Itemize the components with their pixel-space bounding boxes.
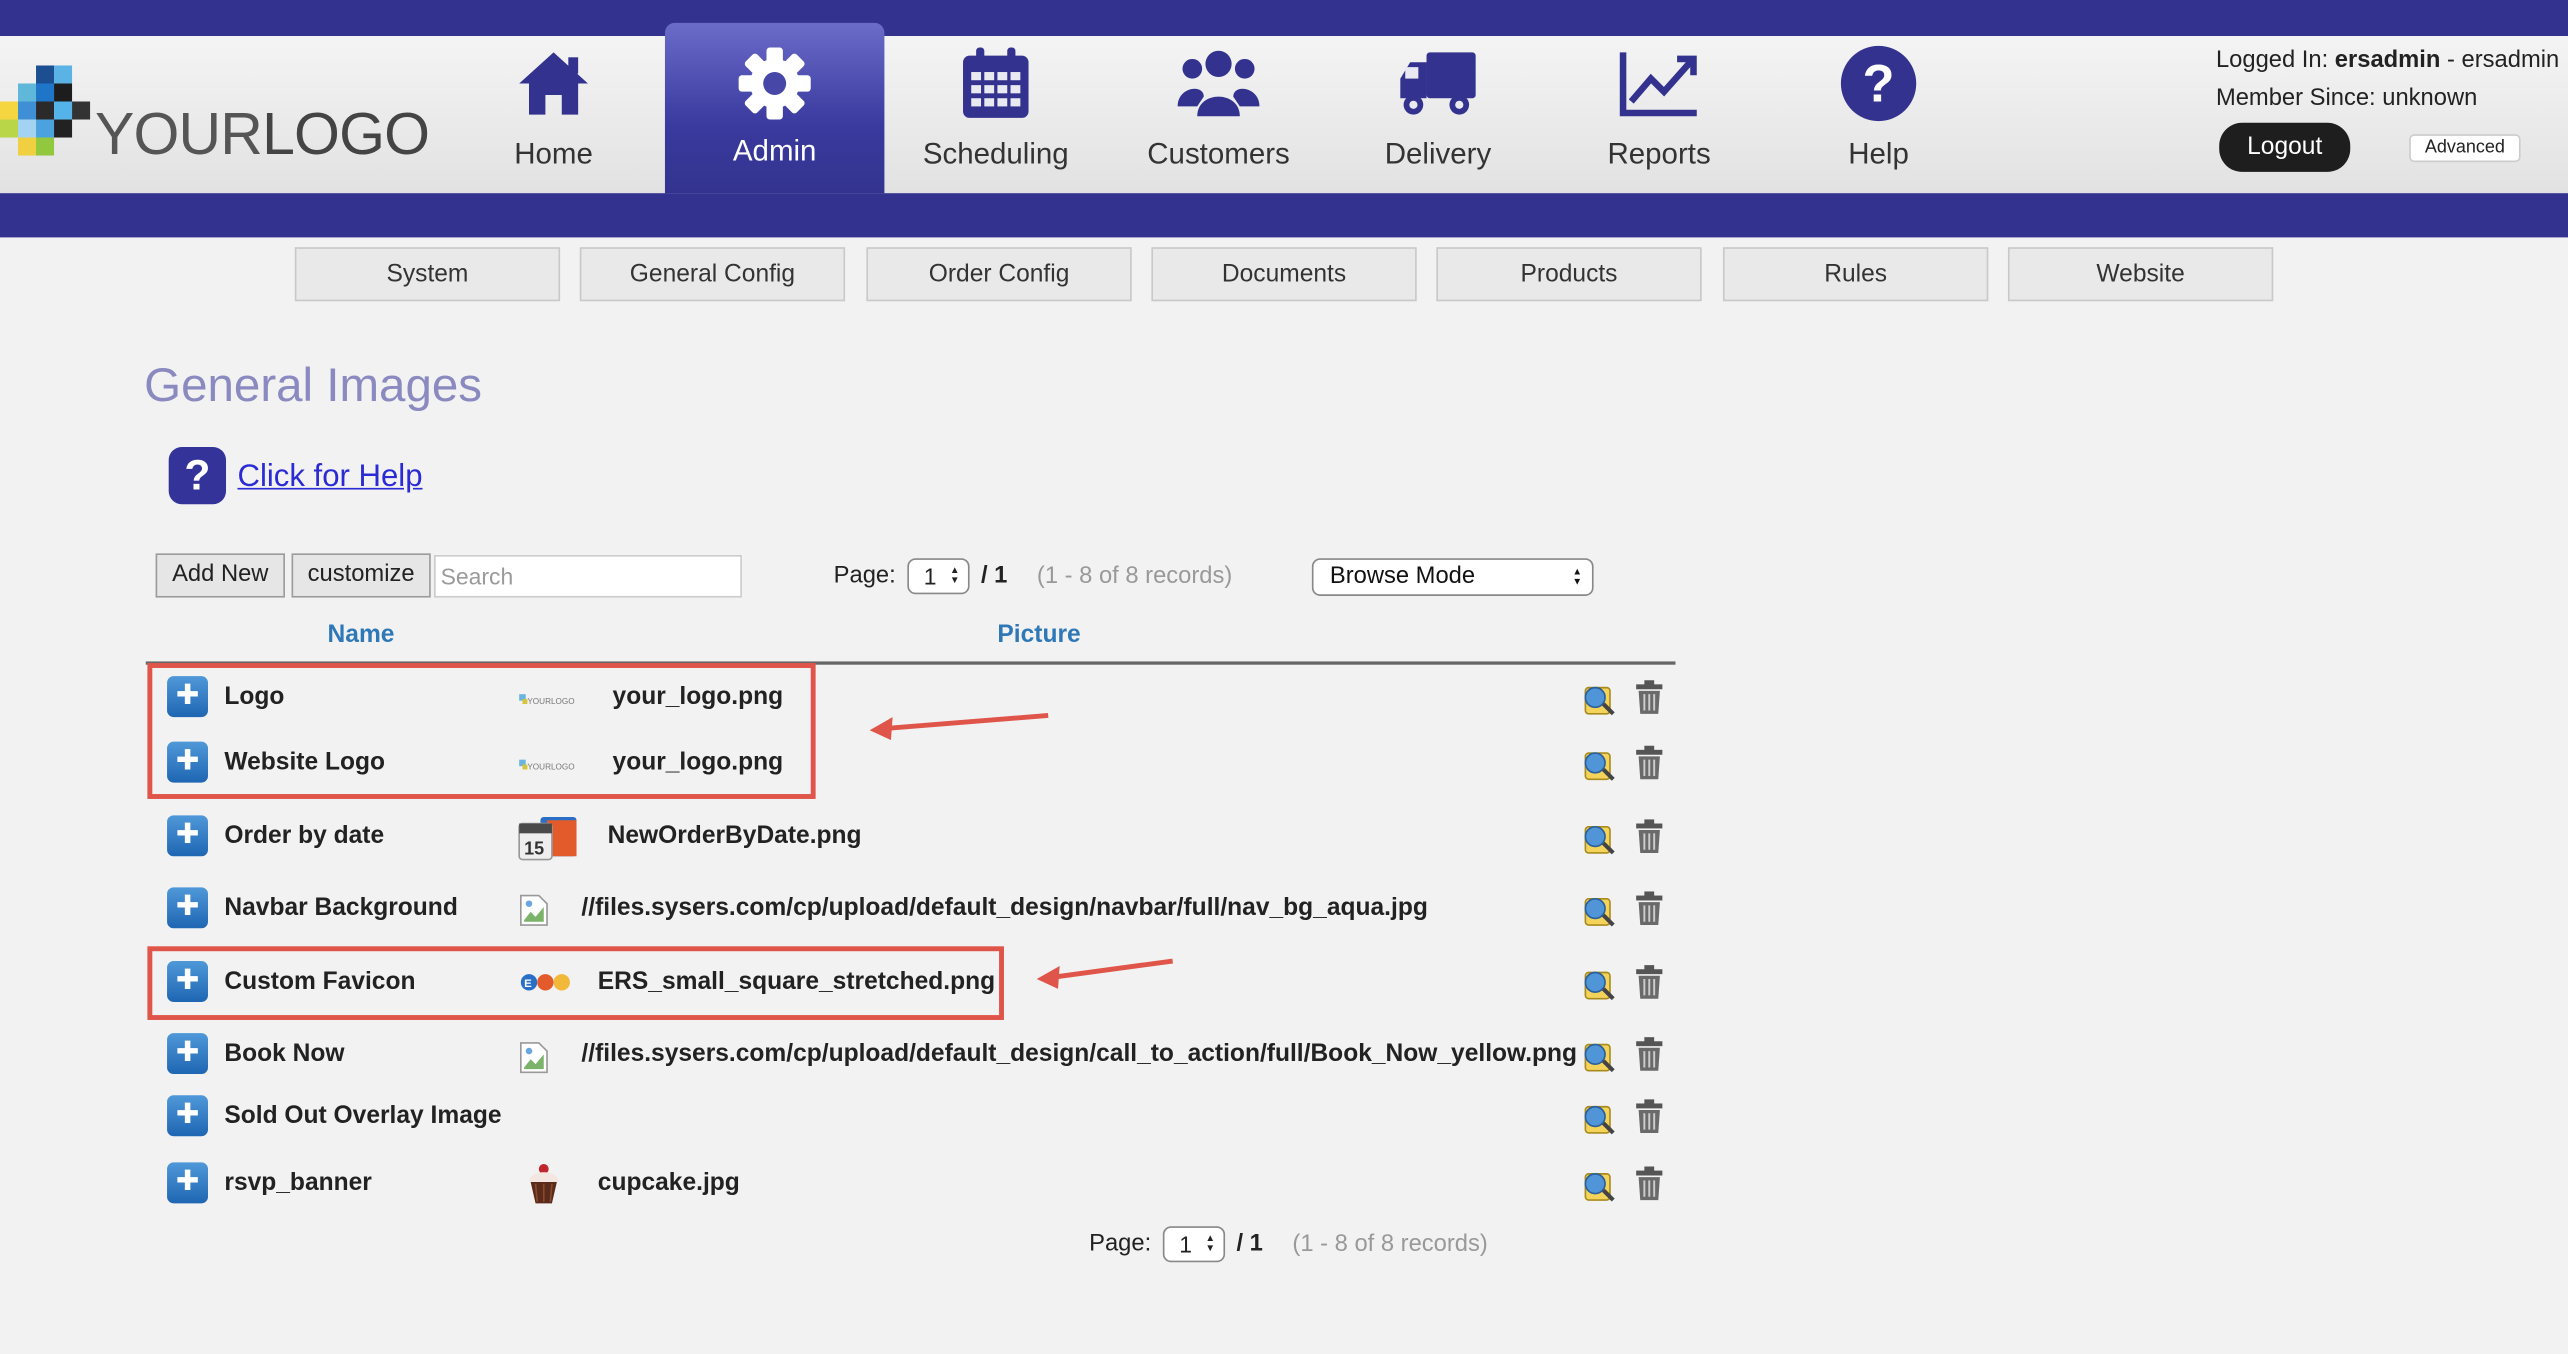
brand-logo[interactable]: YOURLOGO [0, 62, 430, 167]
subtab-website[interactable]: Website [2007, 247, 2274, 302]
edit-icon[interactable] [1580, 681, 1616, 717]
table-row: Book Now //files.sysers.com/cp/upload/de… [146, 1025, 1676, 1084]
row-filename: cupcake.jpg [597, 1168, 740, 1197]
add-new-button[interactable]: Add New [155, 553, 285, 598]
edit-icon[interactable] [1580, 1038, 1616, 1074]
nav-scheduling[interactable]: Scheduling [886, 23, 1105, 193]
nav-label: Admin [732, 134, 817, 167]
row-name: Book Now [224, 1039, 345, 1068]
subtab-general-config[interactable]: General Config [579, 247, 846, 302]
nav-reports[interactable]: Reports [1549, 23, 1768, 193]
cupcake-thumbnail-icon [519, 1159, 569, 1209]
row-filename: //files.sysers.com/cp/upload/default_des… [581, 893, 1428, 922]
annotation-arrow-icon [869, 713, 1049, 741]
column-header-picture[interactable]: Picture [997, 620, 1080, 648]
page-select[interactable]: 1 [907, 558, 970, 595]
app-stage: YOURLOGO Home Admin Scheduling Customers… [0, 0, 2568, 1354]
nav-label: Customers [1147, 137, 1290, 171]
trash-icon[interactable] [1633, 1099, 1666, 1135]
row-filename: NewOrderByDate.png [607, 821, 862, 850]
edit-icon[interactable] [1580, 966, 1616, 1002]
logout-button[interactable]: Logout [2219, 122, 2351, 172]
edit-icon[interactable] [1580, 1100, 1616, 1136]
trash-icon[interactable] [1633, 745, 1666, 781]
member-since: Member Since: unknown [2215, 85, 2478, 112]
table-row: Navbar Background //files.sysers.com/cp/… [146, 879, 1676, 938]
nav-delivery[interactable]: Delivery [1328, 23, 1547, 193]
nav-label: Delivery [1384, 137, 1492, 171]
subtab-rules[interactable]: Rules [1722, 247, 1989, 302]
browse-mode-select[interactable]: Browse Mode [1311, 558, 1594, 596]
move-handle-icon[interactable] [167, 1095, 209, 1137]
calendar-icon [886, 43, 1105, 125]
advanced-button[interactable]: Advanced [2409, 134, 2521, 163]
calendar-thumbnail-icon: 15 [518, 814, 580, 861]
move-handle-icon[interactable] [167, 1162, 209, 1204]
page-select[interactable]: 1 [1162, 1226, 1225, 1263]
nav-label: Scheduling [922, 137, 1069, 171]
svg-text:15: 15 [524, 839, 544, 859]
header-bottom-bar [0, 193, 2568, 238]
question-icon: ? [1769, 43, 1988, 125]
users-icon [1109, 43, 1328, 125]
move-handle-icon[interactable] [167, 1033, 209, 1075]
subtab-order-config[interactable]: Order Config [866, 247, 1132, 302]
nav-label: Help [1848, 137, 1909, 171]
record-count: (1 - 8 of 8 records) [1292, 1230, 1488, 1258]
nav-home[interactable]: Home [444, 23, 663, 193]
gear-icon [665, 43, 884, 125]
nav-label: Reports [1607, 137, 1711, 171]
top-pager: Page: 1 / 1 (1 - 8 of 8 records) [834, 558, 1233, 595]
search-input[interactable] [434, 555, 742, 598]
account-info: Logged In: ersadmin - ersadmin Member Si… [2216, 43, 2559, 118]
highlight-box-logos [147, 663, 816, 799]
trash-icon[interactable] [1633, 679, 1666, 715]
username: ersadmin [2334, 47, 2441, 74]
broken-image-icon [520, 1042, 548, 1074]
home-icon [444, 43, 663, 125]
trash-icon[interactable] [1633, 819, 1666, 855]
subtab-products[interactable]: Products [1436, 247, 1702, 302]
annotation-arrow-icon [1036, 958, 1173, 989]
trash-icon[interactable] [1633, 1166, 1666, 1202]
edit-icon[interactable] [1580, 1167, 1616, 1203]
edit-icon[interactable] [1580, 820, 1616, 856]
help-link[interactable]: Click for Help [237, 460, 422, 496]
nav-admin[interactable]: Admin [664, 22, 885, 194]
row-name: Sold Out Overlay Image [224, 1101, 502, 1130]
logo-text: YOURLOGO [94, 99, 430, 167]
table-row: Order by date 15 NewOrderByDate.png [146, 807, 1676, 866]
move-handle-icon[interactable] [167, 815, 209, 857]
row-name: Order by date [224, 821, 385, 850]
table-row: Sold Out Overlay Image [146, 1087, 1676, 1146]
table-row: rsvp_banner cupcake.jpg [146, 1154, 1676, 1213]
nav-label: Home [514, 137, 593, 171]
edit-icon[interactable] [1580, 892, 1616, 928]
subtab-system[interactable]: System [294, 247, 561, 302]
broken-image-icon [520, 894, 548, 926]
nav-help[interactable]: ? Help [1769, 23, 1988, 193]
trash-icon[interactable] [1633, 891, 1666, 927]
row-name: Navbar Background [224, 893, 458, 922]
bottom-pager: Page: 1 / 1 (1 - 8 of 8 records) [1089, 1226, 1488, 1263]
logo-grid-icon [0, 65, 91, 156]
row-filename: //files.sysers.com/cp/upload/default_des… [581, 1039, 1578, 1068]
help-icon[interactable] [168, 446, 227, 505]
nav-customers[interactable]: Customers [1109, 23, 1328, 193]
trash-icon[interactable] [1633, 964, 1666, 1000]
truck-icon [1328, 43, 1547, 125]
move-handle-icon[interactable] [167, 887, 209, 929]
record-count: (1 - 8 of 8 records) [1036, 562, 1233, 590]
svg-text:?: ? [1863, 56, 1895, 114]
highlight-box-favicon [147, 946, 1004, 1020]
column-header-name[interactable]: Name [328, 620, 395, 648]
trash-icon[interactable] [1633, 1036, 1666, 1072]
chart-icon [1549, 43, 1768, 125]
customize-button[interactable]: customize [291, 553, 431, 598]
page-title: General Images [144, 360, 483, 413]
subtab-documents[interactable]: Documents [1151, 247, 1417, 302]
edit-icon[interactable] [1580, 747, 1616, 783]
row-name: rsvp_banner [224, 1168, 372, 1197]
